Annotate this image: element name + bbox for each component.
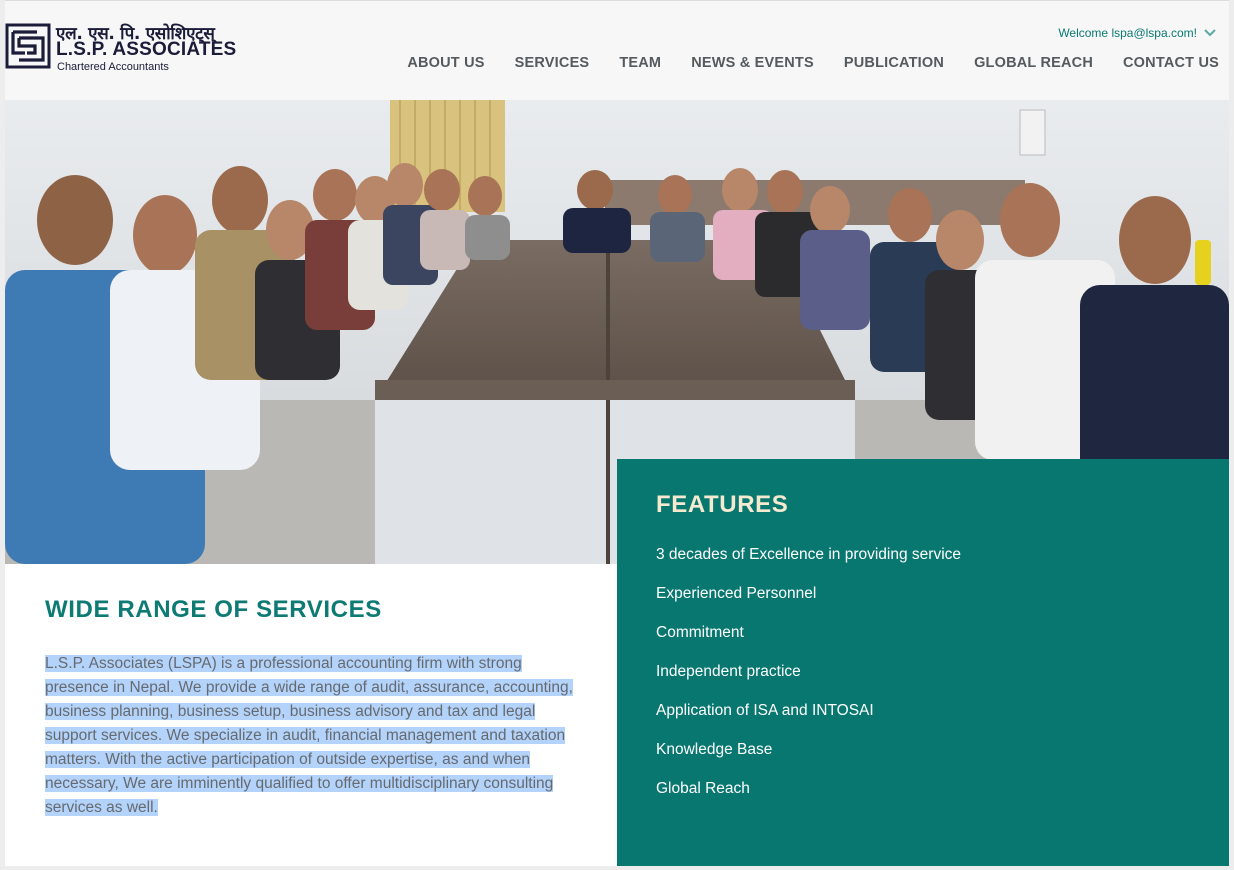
nav-news-events[interactable]: NEWS & EVENTS (691, 55, 814, 71)
page: एल. एस. पि. एसोशिएट्स् L.S.P. ASSOCIATES… (5, 0, 1229, 870)
feature-item: Global Reach (656, 780, 750, 797)
feature-item: Experienced Personnel (656, 585, 817, 602)
services-description: L.S.P. Associates (LSPA) is a profession… (45, 652, 577, 820)
nav-services[interactable]: SERVICES (515, 55, 590, 71)
feature-item: Independent practice (656, 663, 801, 680)
nav-publication[interactable]: PUBLICATION (844, 55, 944, 71)
services-description-text: L.S.P. Associates (LSPA) is a profession… (45, 655, 573, 816)
features-section: FEATURES 3 decades of Excellence in prov… (617, 459, 1229, 866)
features-list: 3 decades of Excellence in providing ser… (656, 545, 961, 818)
nav-global-reach[interactable]: GLOBAL REACH (974, 55, 1093, 71)
nav-about-us[interactable]: ABOUT US (407, 55, 484, 71)
user-menu[interactable]: Welcome lspa@lspa.com! (1058, 26, 1217, 40)
site-logo[interactable]: एल. एस. पि. एसोशिएट्स् L.S.P. ASSOCIATES… (5, 19, 236, 75)
features-title: FEATURES (656, 491, 789, 518)
feature-item: 3 decades of Excellence in providing ser… (656, 546, 962, 563)
page-bottom-edge (5, 866, 1229, 870)
services-title: WIDE RANGE OF SERVICES (45, 596, 382, 623)
feature-item: Knowledge Base (656, 741, 773, 758)
nav-contact-us[interactable]: CONTACT US (1123, 55, 1219, 71)
feature-item: Application of ISA and INTOSAI (656, 702, 874, 719)
lspa-logo-icon (5, 23, 51, 69)
welcome-text: Welcome lspa@lspa.com! (1058, 26, 1197, 40)
nav-team[interactable]: TEAM (619, 55, 661, 71)
main-nav: ABOUT US SERVICES TEAM NEWS & EVENTS PUB… (407, 55, 1219, 71)
brand-tagline: Chartered Accountants (57, 61, 169, 73)
chevron-down-icon (1204, 29, 1216, 37)
services-section: WIDE RANGE OF SERVICES L.S.P. Associates… (5, 564, 617, 866)
feature-item: Commitment (656, 624, 744, 641)
site-header: एल. एस. पि. एसोशिएट्स् L.S.P. ASSOCIATES… (5, 0, 1229, 100)
brand-name: L.S.P. ASSOCIATES (56, 39, 237, 60)
